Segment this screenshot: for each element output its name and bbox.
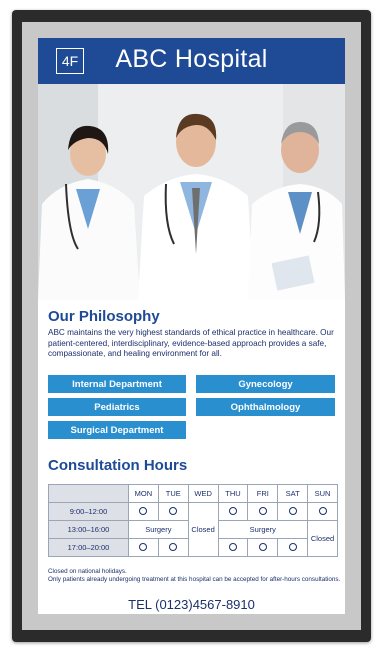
hospital-name: ABC Hospital	[115, 45, 268, 73]
dept-ophthalmology: Ophthalmology	[196, 398, 335, 416]
dept-internal: Internal Department	[48, 375, 186, 393]
hours-title: Consultation Hours	[48, 457, 188, 474]
open-circle-icon	[139, 542, 148, 551]
philosophy-title: Our Philosophy	[48, 308, 160, 325]
open-circle-icon	[318, 506, 327, 515]
header-banner: 4F ABC Hospital	[38, 38, 345, 84]
note-after-hours: Only patients already undergoing treatme…	[48, 575, 341, 583]
day-header: TUE	[157, 484, 189, 503]
open-circle-icon	[169, 542, 178, 551]
day-header: FRI	[247, 484, 279, 503]
time-slot: 9:00–12:00	[48, 502, 129, 521]
dept-surgical: Surgical Department	[48, 421, 186, 439]
surgery-cell: Surgery	[128, 520, 189, 539]
open-circle-icon	[258, 506, 267, 515]
dept-pediatrics: Pediatrics	[48, 398, 186, 416]
open-circle-icon	[288, 542, 297, 551]
day-header: THU	[217, 484, 249, 503]
open-circle-icon	[228, 542, 237, 551]
closed-cell: Closed	[187, 502, 219, 557]
philosophy-text: ABC maintains the very highest standards…	[48, 328, 334, 359]
signage-content: 4F ABC Hospital Our Philosophy ABC maint…	[38, 38, 345, 614]
hours-table: MON TUE WED THU FRI SAT SUN 9:00–12:00 C…	[48, 484, 338, 557]
closed-cell: Closed	[307, 520, 338, 557]
dept-gynecology: Gynecology	[196, 375, 335, 393]
day-header: SUN	[307, 484, 338, 503]
day-header: SAT	[277, 484, 309, 503]
notes: Closed on national holidays. Only patien…	[48, 568, 343, 583]
time-slot: 17:00–20:00	[48, 538, 129, 557]
day-header: WED	[187, 484, 219, 503]
display-screen: 4F ABC Hospital Our Philosophy ABC maint…	[22, 22, 361, 630]
open-circle-icon	[288, 506, 297, 515]
surgery-cell: Surgery	[217, 520, 309, 539]
open-circle-icon	[228, 506, 237, 515]
note-holidays: Closed on national holidays.	[48, 568, 127, 575]
time-slot: 13:00–16:00	[48, 520, 129, 539]
display-bezel: 4F ABC Hospital Our Philosophy ABC maint…	[12, 10, 371, 642]
telephone: TEL (0123)4567-8910	[128, 597, 255, 612]
table-corner	[48, 484, 129, 503]
open-circle-icon	[169, 506, 178, 515]
day-header: MON	[128, 484, 159, 503]
open-circle-icon	[139, 506, 148, 515]
doctors-photo	[38, 84, 345, 300]
open-circle-icon	[258, 542, 267, 551]
